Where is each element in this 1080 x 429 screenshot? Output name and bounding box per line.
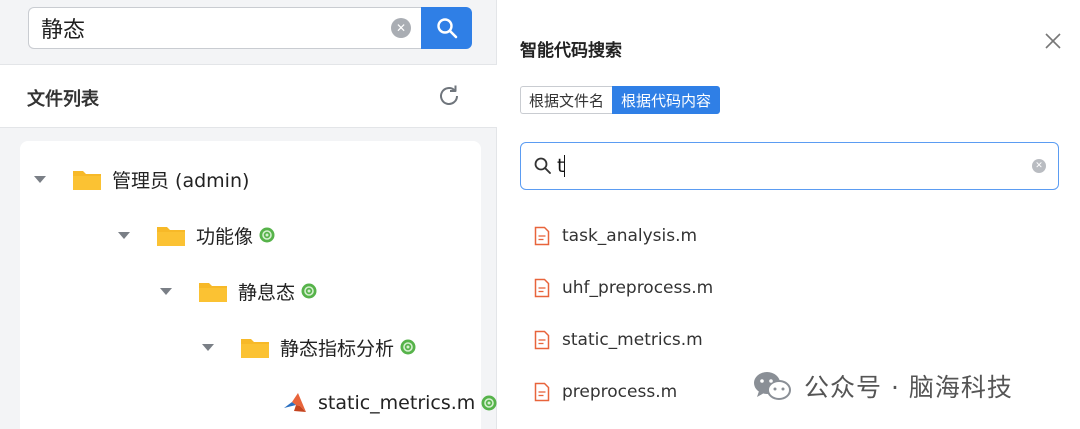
app-root: 静态 ✕ 文件列表 管理员 (admin) 功能像 静息态 静态指标分析 sta… [0,0,1080,429]
git-badge-icon [481,395,497,411]
tree-node[interactable]: static_metrics.m [282,383,497,423]
watermark-text: 公众号 · 脑海科技 [804,373,1013,402]
tree-node-label: 功能像 [196,225,254,248]
file-search-value[interactable]: 静态 [41,12,391,44]
document-icon [534,278,550,298]
folder-icon [241,339,269,358]
tree-node[interactable]: 管理员 (admin) [34,159,249,199]
search-mode-tabs: 根据文件名 根据代码内容 [520,86,721,114]
matlab-icon [284,393,306,412]
tree-node[interactable]: 静态指标分析 [202,327,416,367]
caret-down-icon[interactable] [202,343,214,351]
document-icon [534,226,550,246]
document-icon [534,330,550,350]
drawer-title: 智能代码搜索 [520,41,622,61]
tree-node-label: 静态指标分析 [280,337,395,360]
file-tree: 管理员 (admin) 功能像 静息态 静态指标分析 static_metric… [20,141,497,429]
git-badge-icon [301,283,317,299]
search-icon [436,18,457,39]
file-explorer-panel: 静态 ✕ 文件列表 管理员 (admin) 功能像 静息态 静态指标分析 sta… [0,0,497,429]
result-file-name: preprocess.m [562,382,678,402]
clear-icon[interactable]: ✕ [391,18,411,38]
tree-node-label: 管理员 (admin) [112,169,250,192]
tab-by-code-content[interactable]: 根据代码内容 [612,86,721,114]
file-list-header: 文件列表 [0,64,497,128]
caret-down-icon[interactable] [34,175,46,183]
search-icon [534,157,551,174]
search-button[interactable] [421,7,472,49]
tab-by-filename[interactable]: 根据文件名 [520,86,613,114]
search-result-item[interactable]: task_analysis.m [534,220,697,252]
caret-down-icon[interactable] [118,231,130,239]
document-icon [534,382,550,402]
result-file-name: static_metrics.m [562,330,703,350]
clear-icon[interactable]: ✕ [1032,159,1046,173]
wechat-icon [754,372,791,400]
code-search-input[interactable]: t ✕ [520,142,1059,190]
watermark: 公众号 · 脑海科技 [752,364,1013,408]
tree-node[interactable]: 静息态 [160,271,317,311]
result-file-name: uhf_preprocess.m [562,278,714,298]
file-search-input[interactable]: 静态 ✕ [28,7,421,49]
search-result-item[interactable]: static_metrics.m [534,324,703,356]
caret-down-icon[interactable] [160,287,172,295]
result-file-name: task_analysis.m [562,226,698,246]
git-badge-icon [400,339,416,355]
tree-node-label: 静息态 [238,281,296,304]
close-icon[interactable] [1043,31,1063,51]
code-search-value[interactable]: t [557,155,1032,178]
tree-node-label: static_metrics.m [318,392,476,414]
file-list-title: 文件列表 [27,89,99,110]
tree-node[interactable]: 功能像 [118,215,275,255]
git-badge-icon [259,227,275,243]
refresh-icon[interactable] [436,83,462,109]
search-result-item[interactable]: preprocess.m [534,376,677,408]
search-result-item[interactable]: uhf_preprocess.m [534,272,713,304]
folder-icon [73,171,101,190]
folder-icon [157,227,185,246]
folder-icon [199,283,227,302]
file-search-bar: 静态 ✕ [28,7,472,49]
text-cursor [564,155,566,178]
